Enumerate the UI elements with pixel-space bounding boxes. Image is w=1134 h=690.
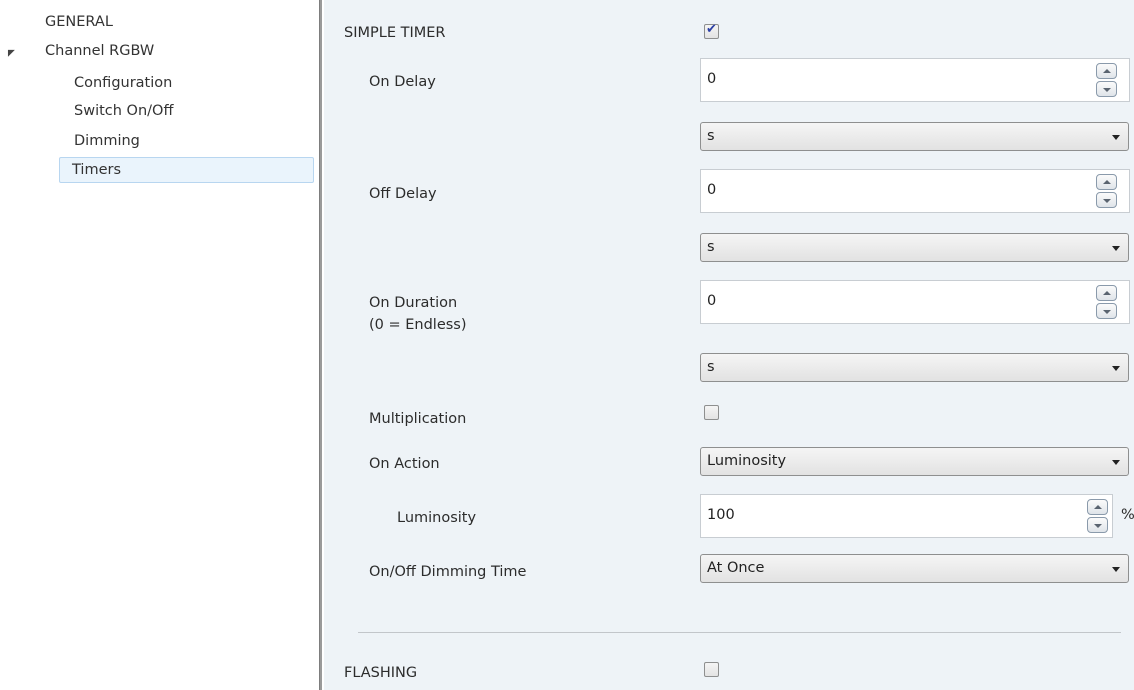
- spin-up-icon[interactable]: [1096, 174, 1117, 190]
- off-delay-unit-select[interactable]: s: [700, 233, 1129, 262]
- spin-up-icon[interactable]: [1096, 63, 1117, 79]
- spin-down-icon[interactable]: [1096, 192, 1117, 208]
- on-delay-spinner[interactable]: [1096, 63, 1117, 98]
- chevron-down-icon: [1112, 567, 1120, 572]
- multiplication-checkbox[interactable]: [704, 405, 719, 420]
- flashing-checkbox[interactable]: [704, 662, 719, 677]
- luminosity-spinner[interactable]: [1087, 499, 1108, 534]
- spin-up-icon[interactable]: [1087, 499, 1108, 515]
- chevron-down-icon: [1112, 366, 1120, 371]
- tree-item-dimming[interactable]: Dimming: [74, 130, 140, 152]
- on-duration-spinner[interactable]: [1096, 285, 1117, 320]
- off-delay-input[interactable]: 0: [700, 169, 1130, 213]
- on-action-select[interactable]: Luminosity: [700, 447, 1129, 476]
- on-action-value: Luminosity: [707, 453, 787, 469]
- dimming-time-select[interactable]: At Once: [700, 554, 1129, 583]
- spin-down-icon[interactable]: [1087, 517, 1108, 533]
- spin-down-icon[interactable]: [1096, 303, 1117, 319]
- parameter-tree: GENERAL ◢ Channel RGBW Configuration Swi…: [0, 0, 319, 690]
- spin-up-icon[interactable]: [1096, 285, 1117, 301]
- luminosity-label: Luminosity: [397, 510, 477, 526]
- on-duration-label: On Duration: [369, 295, 458, 311]
- panel-splitter[interactable]: [319, 0, 322, 690]
- off-delay-unit-value: s: [707, 239, 715, 255]
- chevron-down-icon: [1112, 246, 1120, 251]
- on-duration-unit-select[interactable]: s: [700, 353, 1129, 382]
- luminosity-unit: %: [1121, 507, 1134, 523]
- on-duration-value: 0: [707, 293, 717, 309]
- parameters-panel: SIMPLE TIMER On Delay 0 s Off Delay 0 s …: [324, 0, 1134, 690]
- on-action-label: On Action: [369, 456, 440, 472]
- dimming-time-value: At Once: [707, 560, 765, 576]
- on-duration-sublabel: (0 = Endless): [369, 317, 467, 333]
- chevron-down-icon: [1112, 135, 1120, 140]
- on-delay-input[interactable]: 0: [700, 58, 1130, 102]
- off-delay-spinner[interactable]: [1096, 174, 1117, 209]
- simple-timer-label: SIMPLE TIMER: [344, 25, 446, 41]
- tree-item-channel-rgbw[interactable]: Channel RGBW: [45, 40, 154, 62]
- on-delay-unit-value: s: [707, 128, 715, 144]
- tree-item-configuration[interactable]: Configuration: [74, 72, 172, 94]
- on-duration-unit-value: s: [707, 359, 715, 375]
- off-delay-label: Off Delay: [369, 186, 437, 202]
- section-divider: [358, 632, 1121, 633]
- spin-down-icon[interactable]: [1096, 81, 1117, 97]
- off-delay-value: 0: [707, 182, 717, 198]
- multiplication-label: Multiplication: [369, 411, 467, 427]
- tree-item-timers[interactable]: Timers: [59, 157, 314, 183]
- on-delay-label: On Delay: [369, 74, 436, 90]
- tree-item-general[interactable]: GENERAL: [45, 11, 113, 33]
- luminosity-input[interactable]: 100: [700, 494, 1113, 538]
- on-delay-value: 0: [707, 71, 717, 87]
- collapse-triangle-icon[interactable]: ◢: [8, 48, 15, 58]
- luminosity-value: 100: [707, 507, 735, 523]
- flashing-label: FLASHING: [344, 665, 418, 681]
- simple-timer-checkbox[interactable]: [704, 22, 719, 39]
- on-duration-input[interactable]: 0: [700, 280, 1130, 324]
- chevron-down-icon: [1112, 460, 1120, 465]
- dimming-time-label: On/Off Dimming Time: [369, 564, 527, 580]
- tree-item-switch-on-off[interactable]: Switch On/Off: [74, 100, 173, 122]
- on-delay-unit-select[interactable]: s: [700, 122, 1129, 151]
